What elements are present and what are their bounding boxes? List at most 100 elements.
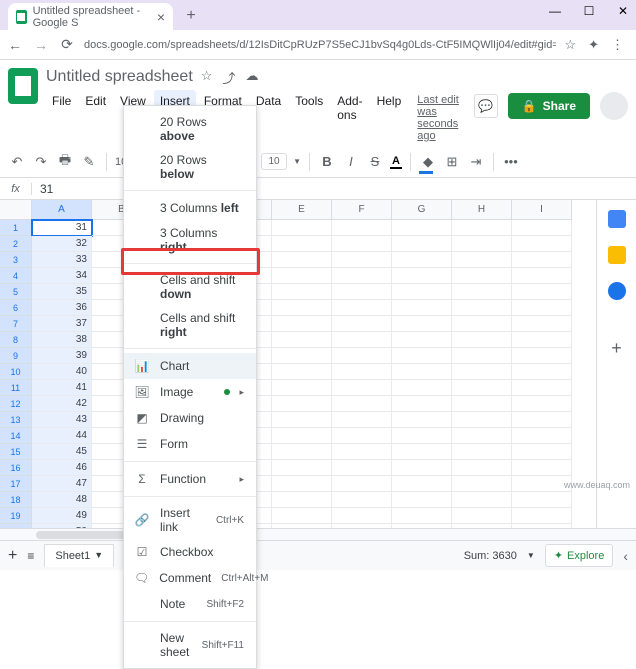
cell[interactable]: 42 — [32, 396, 92, 412]
cell[interactable] — [452, 284, 512, 300]
cell[interactable] — [392, 444, 452, 460]
cell[interactable] — [452, 444, 512, 460]
cell[interactable] — [452, 364, 512, 380]
cell[interactable] — [392, 268, 452, 284]
row-header[interactable]: 18 — [0, 492, 32, 508]
row-header[interactable]: 19 — [0, 508, 32, 524]
cell[interactable] — [332, 396, 392, 412]
cell[interactable] — [512, 380, 572, 396]
cell[interactable] — [512, 332, 572, 348]
cell[interactable] — [332, 316, 392, 332]
cell[interactable]: 45 — [32, 444, 92, 460]
insert-cells-shift-right[interactable]: Cells and shift right — [124, 306, 256, 344]
cell[interactable] — [512, 300, 572, 316]
move-icon[interactable]: ⤴ — [222, 68, 235, 87]
cell[interactable]: 38 — [32, 332, 92, 348]
spreadsheet-grid[interactable]: ABCDEFGHI1312323334345356367378389391040… — [0, 200, 596, 528]
star-icon[interactable]: ☆ — [201, 68, 213, 87]
cell[interactable] — [452, 460, 512, 476]
menu-tools[interactable]: Tools — [289, 90, 329, 146]
column-header[interactable]: I — [512, 200, 572, 220]
cell[interactable] — [512, 220, 572, 236]
row-header[interactable]: 5 — [0, 284, 32, 300]
row-header[interactable]: 20 — [0, 524, 32, 528]
row-header[interactable]: 14 — [0, 428, 32, 444]
comment-history-button[interactable]: 💬 — [474, 94, 498, 118]
cell[interactable] — [332, 268, 392, 284]
borders-button[interactable]: ⊞ — [443, 153, 461, 171]
row-header[interactable]: 12 — [0, 396, 32, 412]
text-color-button[interactable]: A — [390, 155, 402, 169]
cell[interactable] — [392, 252, 452, 268]
cell[interactable] — [452, 524, 512, 528]
chevron-down-icon[interactable]: ▼ — [94, 550, 103, 562]
cell[interactable] — [272, 380, 332, 396]
cell[interactable] — [452, 316, 512, 332]
bookmark-icon[interactable]: ☆ — [564, 37, 576, 53]
row-header[interactable]: 4 — [0, 268, 32, 284]
column-header[interactable]: A — [32, 200, 92, 220]
strikethrough-button[interactable]: S — [366, 153, 384, 171]
cell[interactable] — [452, 380, 512, 396]
fill-color-button[interactable]: ◆ — [419, 153, 437, 171]
cell[interactable]: 39 — [32, 348, 92, 364]
cell[interactable] — [512, 508, 572, 524]
cell[interactable] — [512, 524, 572, 528]
cell[interactable] — [392, 300, 452, 316]
add-sheet-button[interactable]: + — [8, 547, 17, 565]
cell[interactable] — [512, 348, 572, 364]
tasks-icon[interactable] — [608, 282, 626, 300]
column-header[interactable]: G — [392, 200, 452, 220]
url-text[interactable]: docs.google.com/spreadsheets/d/12IsDitCp… — [84, 39, 556, 51]
back-button[interactable]: ← — [6, 37, 24, 53]
insert-form[interactable]: ☰Form — [124, 431, 256, 457]
menu-edit[interactable]: Edit — [79, 90, 112, 146]
cell[interactable] — [392, 284, 452, 300]
cell[interactable] — [332, 412, 392, 428]
calendar-icon[interactable] — [608, 210, 626, 228]
row-header[interactable]: 15 — [0, 444, 32, 460]
share-button[interactable]: 🔒 Share — [508, 93, 590, 119]
cell[interactable] — [392, 524, 452, 528]
cell[interactable] — [272, 268, 332, 284]
cell[interactable] — [332, 332, 392, 348]
cell[interactable] — [332, 492, 392, 508]
paint-format-button[interactable]: ✎ — [80, 153, 98, 171]
cell[interactable]: 32 — [32, 236, 92, 252]
row-header[interactable]: 9 — [0, 348, 32, 364]
cell[interactable] — [392, 428, 452, 444]
cell[interactable] — [392, 236, 452, 252]
insert-link[interactable]: 🔗Insert linkCtrl+K — [124, 501, 256, 539]
insert-rows-above[interactable]: 20 Rows above — [124, 110, 256, 148]
cell[interactable] — [452, 396, 512, 412]
cell[interactable] — [272, 508, 332, 524]
new-tab-button[interactable]: + — [179, 4, 203, 28]
cell[interactable] — [332, 524, 392, 528]
cell[interactable]: 37 — [32, 316, 92, 332]
sheet-tab[interactable]: Sheet1 ▼ — [44, 544, 114, 567]
explore-button[interactable]: ✦ Explore — [545, 544, 614, 567]
cell[interactable] — [452, 412, 512, 428]
account-avatar[interactable] — [600, 92, 628, 120]
row-header[interactable]: 16 — [0, 460, 32, 476]
column-header[interactable]: E — [272, 200, 332, 220]
cell[interactable] — [392, 380, 452, 396]
cell[interactable]: 50 — [32, 524, 92, 528]
cell[interactable] — [392, 492, 452, 508]
cell[interactable]: 48 — [32, 492, 92, 508]
cell[interactable]: 36 — [32, 300, 92, 316]
cell[interactable] — [452, 492, 512, 508]
cell[interactable] — [332, 476, 392, 492]
cell[interactable] — [332, 348, 392, 364]
cell[interactable] — [452, 348, 512, 364]
font-size-input[interactable]: 10 — [261, 153, 287, 170]
column-header[interactable]: H — [452, 200, 512, 220]
cell[interactable] — [392, 220, 452, 236]
cell[interactable] — [332, 380, 392, 396]
cell[interactable] — [452, 252, 512, 268]
cell[interactable] — [272, 220, 332, 236]
row-header[interactable]: 17 — [0, 476, 32, 492]
close-tab-icon[interactable]: × — [157, 9, 165, 25]
cell[interactable] — [272, 476, 332, 492]
cell[interactable] — [452, 220, 512, 236]
